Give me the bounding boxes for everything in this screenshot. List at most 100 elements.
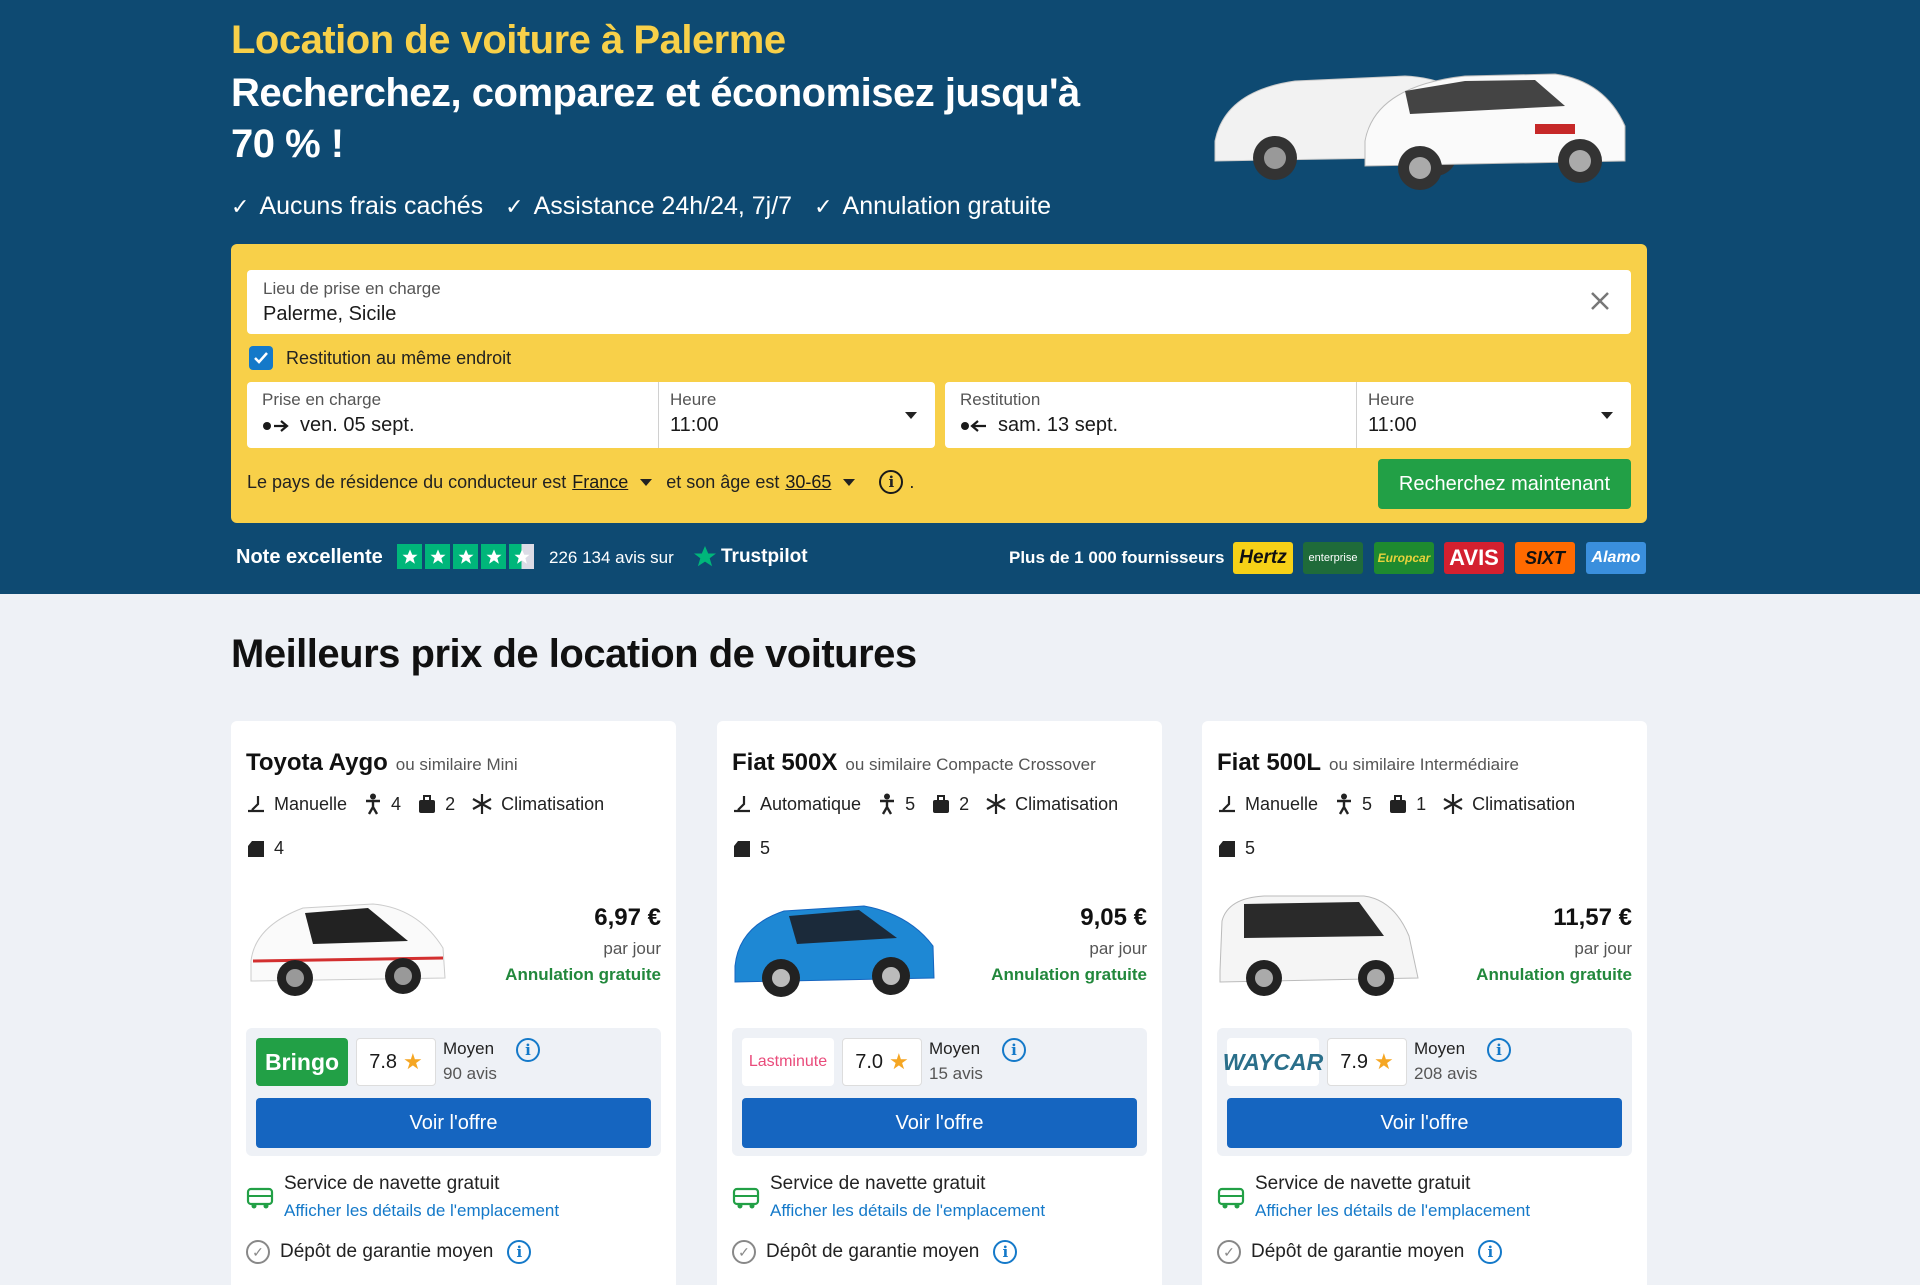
- perk-label: Annulation gratuite: [842, 192, 1052, 220]
- star-icon: [397, 544, 422, 569]
- location-details-link[interactable]: Afficher les détails de l'emplacement: [770, 1201, 1045, 1221]
- spec-ac: Climatisation: [1442, 793, 1575, 815]
- car-specs: Manuelle 4 2 Climatisation: [246, 793, 604, 815]
- snowflake-icon: [1443, 794, 1463, 814]
- info-icon[interactable]: i: [507, 1240, 532, 1264]
- info-icon[interactable]: i: [879, 470, 904, 494]
- close-icon[interactable]: [1587, 288, 1613, 314]
- search-panel: Lieu de prise en charge Palerme, Sicile …: [231, 244, 1647, 523]
- brand-logo-alamo: Alamo: [1586, 542, 1646, 574]
- car-price: 6,97 €: [594, 904, 661, 931]
- spec-bags: 1: [1388, 793, 1426, 815]
- car-price: 9,05 €: [1080, 904, 1147, 931]
- search-submit-button[interactable]: Recherchez maintenant: [1378, 459, 1631, 509]
- perks-list: ✓ Aucuns frais cachés ✓ Assistance 24h/2…: [231, 192, 1051, 221]
- car-model: Toyota Aygo: [246, 749, 388, 776]
- car-image: [1219, 895, 1419, 996]
- return-time-value: 11:00: [1368, 414, 1417, 436]
- car-name: Toyota Aygo ou similaire Mini: [246, 749, 518, 777]
- review-count: 15 avis: [929, 1064, 983, 1083]
- spec-doors: 5: [1217, 838, 1255, 859]
- review-count: 90 avis: [443, 1064, 497, 1083]
- supplier-box: Bringo 7.8 ★ Moyen 90 avis i Voir l'offre: [246, 1028, 661, 1156]
- star-icon: [425, 544, 450, 569]
- perk-item: ✓ Annulation gratuite: [814, 192, 1051, 221]
- snowflake-icon: [472, 794, 492, 814]
- info-icon[interactable]: i: [516, 1038, 540, 1062]
- check-circle-icon: ✓: [246, 1240, 270, 1264]
- pickup-time-label: Heure: [670, 390, 717, 409]
- brand-logo-enterprise: enterprise: [1303, 542, 1363, 574]
- page-title: Location de voiture à Palerme: [231, 18, 786, 62]
- view-offer-button[interactable]: Voir l'offre: [742, 1098, 1137, 1148]
- gearshift-icon: [1219, 796, 1235, 813]
- gearshift-icon: [734, 796, 750, 813]
- car-model: Fiat 500L: [1217, 749, 1322, 776]
- snowflake-icon: [986, 794, 1006, 814]
- half-star-icon: [509, 544, 534, 569]
- trustpilot-text: Trustpilot: [721, 546, 808, 567]
- location-details-link[interactable]: Afficher les détails de l'emplacement: [1255, 1201, 1530, 1221]
- chevron-down-icon: [905, 412, 917, 419]
- person-icon: [366, 793, 381, 815]
- car-category: ou similaire Compacte Crossover: [845, 755, 1096, 774]
- check-circle-icon: ✓: [1217, 1240, 1241, 1264]
- pickup-date-field[interactable]: Prise en charge ven. 05 sept.: [247, 382, 658, 448]
- pickup-location-field[interactable]: Lieu de prise en charge Palerme, Sicile: [247, 270, 1631, 334]
- info-icon[interactable]: i: [993, 1240, 1018, 1264]
- info-icon[interactable]: i: [1478, 1240, 1503, 1264]
- checkbox-checked-icon[interactable]: [249, 346, 273, 370]
- pickup-location-label: Lieu de prise en charge: [263, 279, 441, 298]
- pickup-location-input[interactable]: Palerme, Sicile: [263, 303, 396, 326]
- return-time-label: Heure: [1368, 390, 1415, 409]
- shuttle-feature: Service de navette gratuit Afficher les …: [1217, 1171, 1637, 1227]
- residence-country-select[interactable]: France: [572, 472, 628, 493]
- perk-item: ✓ Aucuns frais cachés: [231, 192, 483, 221]
- spec-transmission: Automatique: [732, 794, 861, 815]
- hero-cars-image: [1214, 73, 1626, 190]
- shuttle-feature: Service de navette gratuit Afficher les …: [246, 1171, 666, 1227]
- pickup-time-select[interactable]: Heure 11:00: [659, 382, 935, 448]
- pickup-time-value: 11:00: [670, 414, 719, 436]
- spec-doors: 4: [246, 838, 284, 859]
- spec-ac: Climatisation: [471, 793, 604, 815]
- luggage-icon: [1390, 795, 1407, 813]
- info-icon[interactable]: i: [1487, 1038, 1511, 1062]
- location-details-link[interactable]: Afficher les détails de l'emplacement: [284, 1201, 559, 1221]
- luggage-icon: [933, 795, 950, 813]
- star-icon: [453, 544, 478, 569]
- view-offer-button[interactable]: Voir l'offre: [1227, 1098, 1622, 1148]
- per-day-label: par jour: [603, 939, 661, 958]
- driver-age-select[interactable]: 30-65: [785, 472, 831, 493]
- car-card: Fiat 500L ou similaire Intermédiaire Manu…: [1202, 721, 1647, 1285]
- return-date-label: Restitution: [960, 390, 1041, 409]
- rating-badge: 7.8 ★: [356, 1038, 436, 1086]
- car-name: Fiat 500L ou similaire Intermédiaire: [1217, 749, 1519, 777]
- check-icon: ✓: [814, 193, 833, 219]
- car-image: [734, 905, 935, 997]
- rating-label: Moyen: [443, 1039, 495, 1058]
- chevron-down-icon[interactable]: [640, 478, 653, 486]
- deposit-feature: ✓ Dépôt de garantie moyen i: [732, 1240, 1018, 1264]
- door-icon: [1219, 840, 1235, 857]
- deposit-label: Dépôt de garantie moyen: [280, 1241, 494, 1262]
- deposit-feature: ✓ Dépôt de garantie moyen i: [1217, 1240, 1503, 1264]
- spec-bags: 2: [417, 793, 455, 815]
- chevron-down-icon[interactable]: [843, 478, 856, 486]
- star-icon: [481, 544, 506, 569]
- return-date-field[interactable]: Restitution sam. 13 sept.: [945, 382, 1356, 448]
- residence-text: Le pays de résidence du conducteur est: [247, 471, 567, 492]
- spec-seats: 5: [877, 793, 915, 815]
- perk-item: ✓ Assistance 24h/24, 7j/7: [505, 192, 792, 221]
- car-card: Toyota Aygo ou similaire Mini Manuelle 4 …: [231, 721, 676, 1285]
- supplier-box: Lastminute 7.0 ★ Moyen 15 avis i Voir l'o…: [732, 1028, 1147, 1156]
- perk-label: Aucuns frais cachés: [259, 192, 484, 220]
- car-card: Fiat 500X ou similaire Compacte Crossover…: [717, 721, 1162, 1285]
- info-icon[interactable]: i: [1002, 1038, 1026, 1062]
- trustpilot-logo[interactable]: Trustpilot: [693, 545, 808, 569]
- car-image: [250, 903, 446, 996]
- rating-badge: 7.0 ★: [842, 1038, 922, 1086]
- view-offer-button[interactable]: Voir l'offre: [256, 1098, 651, 1148]
- same-return-checkbox[interactable]: Restitution au même endroit: [249, 346, 511, 370]
- return-time-select[interactable]: Heure 11:00: [1357, 382, 1631, 448]
